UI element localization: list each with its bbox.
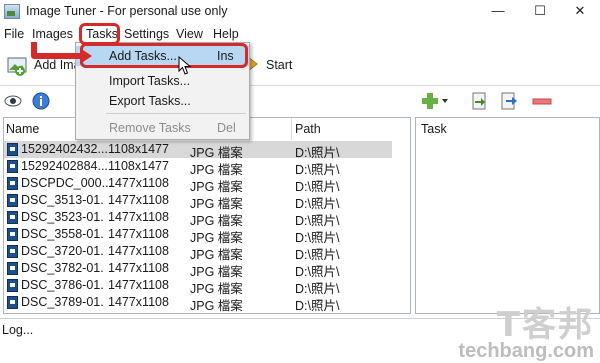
menu-help[interactable]: Help: [213, 27, 239, 41]
cell-path: D:\照片\: [295, 299, 340, 313]
watermark: T客邦 techbang.com: [458, 297, 594, 363]
watermark-logo: T客邦: [496, 305, 594, 345]
jpg-file-icon: [7, 177, 18, 190]
menu-view[interactable]: View: [176, 27, 203, 41]
app-icon: [4, 4, 20, 19]
task-column-header[interactable]: Task: [421, 122, 447, 136]
cell-type: JPG 檔案: [190, 299, 243, 313]
menu-item-label: Remove Tasks: [109, 121, 191, 135]
title-bar: Image Tuner - For personal use only — ☐ …: [0, 0, 600, 24]
table-row[interactable]: 15292402432... 1108x1477 JPG 檔案 D:\照片\: [4, 141, 392, 160]
export-task-icon[interactable]: [500, 92, 518, 110]
menu-item-shortcut: Del: [217, 121, 236, 135]
jpg-file-icon: [7, 296, 18, 309]
minimize-button[interactable]: —: [478, 0, 518, 22]
start-button[interactable]: Start: [244, 52, 304, 78]
table-row[interactable]: DSC_3720-01. 1477x1108 JPG 檔案 D:\照片\: [4, 243, 410, 262]
add-task-icon[interactable]: [422, 92, 450, 110]
cell-size: 1477x1108: [108, 278, 169, 292]
jpg-file-icon: [7, 262, 18, 275]
jpg-file-icon: [7, 211, 18, 224]
cell-size: 1477x1108: [108, 210, 169, 224]
cell-size: 1108x1477: [108, 142, 169, 156]
column-header-name[interactable]: Name: [6, 122, 39, 136]
menu-item-export-tasks[interactable]: Export Tasks...: [76, 91, 249, 111]
cell-size: 1477x1108: [108, 193, 169, 207]
add-tasks-highlight: [80, 43, 248, 68]
log-label[interactable]: Log...: [2, 323, 33, 337]
table-row[interactable]: 15292402884... 1108x1477 JPG 檔案 D:\照片\: [4, 158, 410, 177]
table-row[interactable]: DSC_3558-01. 1477x1108 JPG 檔案 D:\照片\: [4, 226, 410, 245]
start-label: Start: [266, 58, 293, 72]
jpg-file-icon: [7, 160, 18, 173]
cell-size: 1477x1108: [108, 261, 169, 275]
menu-file[interactable]: File: [4, 27, 24, 41]
cell-size: 1477x1108: [108, 295, 169, 309]
cell-size: 1477x1108: [108, 244, 169, 258]
cell-name: DSC_3720-01.: [21, 244, 104, 258]
file-list-panel: Name Path 15292402432... 1108x1477 JPG 檔…: [3, 117, 411, 314]
jpg-file-icon: [7, 228, 18, 241]
jpg-file-icon: [7, 279, 18, 292]
remove-task-icon[interactable]: [532, 97, 552, 107]
menu-item-label: Import Tasks...: [109, 74, 191, 88]
table-row[interactable]: DSC_3786-01. 1477x1108 JPG 檔案 D:\照片\: [4, 277, 410, 296]
menu-separator: [106, 113, 246, 114]
eye-icon[interactable]: [4, 94, 22, 108]
info-icon[interactable]: [32, 92, 50, 110]
menu-item-import-tasks[interactable]: Import Tasks...: [76, 71, 249, 91]
table-row[interactable]: DSC_3789-01. 1477x1108 JPG 檔案 D:\照片\: [4, 294, 410, 313]
cell-name: 15292402432...: [21, 142, 108, 156]
close-button[interactable]: ✕: [560, 0, 600, 22]
cell-name: DSC_3789-01.: [21, 295, 104, 309]
cell-name: DSC_3513-01.: [21, 193, 104, 207]
cell-name: DSC_3786-01.: [21, 278, 104, 292]
cell-size: 1477x1108: [108, 176, 169, 190]
cell-name: 15292402884...: [21, 159, 108, 173]
column-divider[interactable]: [291, 118, 292, 140]
table-row[interactable]: DSC_3782-01. 1477x1108 JPG 檔案 D:\照片\: [4, 260, 410, 279]
column-header-path[interactable]: Path: [295, 122, 321, 136]
menu-item-remove-tasks: Remove Tasks Del: [76, 118, 249, 138]
menu-item-label: Export Tasks...: [109, 94, 191, 108]
cell-name: DSCPDC_000...: [21, 176, 113, 190]
maximize-button[interactable]: ☐: [520, 0, 560, 22]
watermark-url: techbang.com: [458, 340, 594, 362]
table-row[interactable]: DSC_3523-01. 1477x1108 JPG 檔案 D:\照片\: [4, 209, 410, 228]
cell-name: DSC_3558-01.: [21, 227, 104, 241]
jpg-file-icon: [7, 143, 18, 156]
table-row[interactable]: DSCPDC_000... 1477x1108 JPG 檔案 D:\照片\: [4, 175, 410, 194]
red-arrow-icon: [31, 42, 92, 64]
import-task-icon[interactable]: [470, 92, 488, 110]
menu-settings[interactable]: Settings: [124, 27, 169, 41]
cell-size: 1108x1477: [108, 159, 169, 173]
cell-name: DSC_3523-01.: [21, 210, 104, 224]
cell-size: 1477x1108: [108, 227, 169, 241]
window-title: Image Tuner - For personal use only: [26, 4, 228, 18]
table-row[interactable]: DSC_3513-01. 1477x1108 JPG 檔案 D:\照片\: [4, 192, 410, 211]
task-panel: Task: [415, 117, 600, 314]
cell-name: DSC_3782-01.: [21, 261, 104, 275]
jpg-file-icon: [7, 245, 18, 258]
jpg-file-icon: [7, 194, 18, 207]
mouse-cursor-icon: [178, 56, 192, 75]
